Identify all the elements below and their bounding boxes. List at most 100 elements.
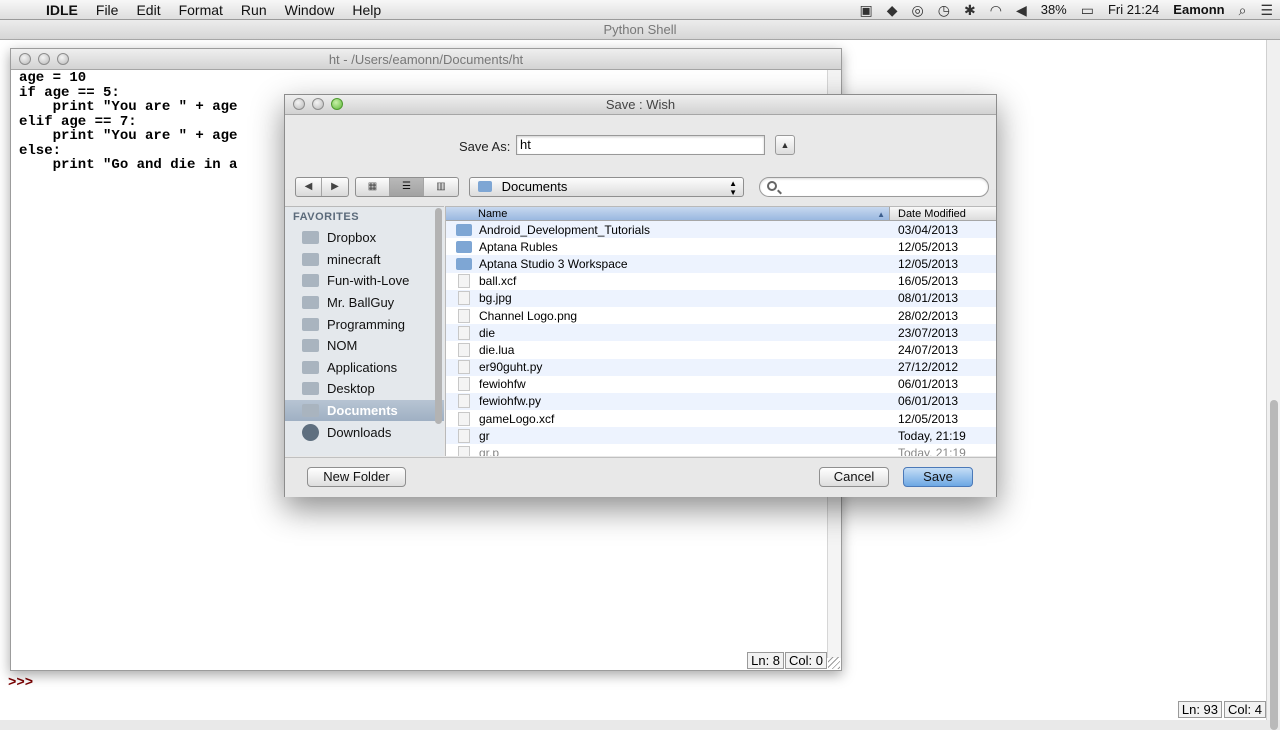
editor-line-number: Ln: 8 [747,652,785,669]
search-field[interactable] [759,177,989,197]
dialog-window-controls [293,98,343,110]
folder-icon [302,296,319,310]
notification-center-icon[interactable]: ☰ [1253,0,1280,20]
save-as-input[interactable]: ht [516,135,765,155]
sidebar-item-label: NOM [327,338,358,354]
sidebar-item-downloads[interactable]: Downloads [285,421,444,443]
battery-percent[interactable]: 38% [1034,0,1074,20]
shell-scrollbar[interactable] [1266,40,1280,730]
file-row[interactable]: er90guht.py 27/12/2012 [446,358,996,376]
wifi-icon[interactable]: ◠ [983,0,1009,20]
column-header-date[interactable]: Date Modified [889,207,996,220]
volume-icon[interactable]: ◀ [1009,0,1034,20]
icon-view-icon[interactable]: ▦ [356,178,390,196]
file-row[interactable]: Aptana Rubles 12/05/2013 [446,238,996,255]
sidebar-scroll-thumb[interactable] [435,208,442,424]
code-editor[interactable]: age = 10 if age == 5: print "You are " +… [19,71,237,173]
sidebar-item-documents[interactable]: Documents [285,399,444,422]
bluetooth-icon[interactable]: ✱ [957,0,983,20]
file-row[interactable]: bg.jpg 08/01/2013 [446,289,996,307]
sidebar-item-mr-ballguy[interactable]: Mr. BallGuy [285,292,444,314]
column-view-icon[interactable]: ▥ [424,178,458,196]
save-button[interactable]: Save [903,467,973,487]
file-row[interactable]: gr Today, 21:19 [446,427,996,445]
forward-arrow-icon[interactable]: ▶ [322,178,348,196]
menu-run[interactable]: Run [232,0,276,20]
file-row[interactable]: Aptana Studio 3 Workspace 12/05/2013 [446,255,996,273]
file-row[interactable]: Android_Development_Tutorials 03/04/2013 [446,221,996,239]
column-header-name[interactable]: Name ▲ [446,207,889,220]
sidebar-item-dropbox[interactable]: Dropbox [285,227,444,249]
menu-app-name[interactable]: IDLE [38,0,87,20]
sidebar-item-desktop[interactable]: Desktop [285,378,444,400]
file-date: Today, 21:19 [898,428,966,443]
file-name-cell: Android_Development_Tutorials [446,223,889,237]
menubar-clock[interactable]: Fri 21:24 [1101,0,1166,20]
shell-col-number: Col: 4 [1224,701,1266,718]
editor-col-number: Col: 0 [785,652,827,669]
menu-file[interactable]: File [87,0,128,20]
menu-window[interactable]: Window [276,0,344,20]
cancel-button[interactable]: Cancel [819,467,889,487]
file-rows: Android_Development_Tutorials 03/04/2013 A… [446,221,996,456]
menu-edit[interactable]: Edit [127,0,169,20]
minimize-icon[interactable] [38,53,50,65]
resize-grip-icon[interactable] [828,657,840,669]
file-name: bg.jpg [479,291,512,306]
menu-help[interactable]: Help [343,0,390,20]
file-date: 06/01/2013 [898,377,959,392]
close-icon[interactable] [293,98,305,110]
shell-scroll-thumb[interactable] [1270,400,1278,730]
file-date: 06/01/2013 [898,394,959,409]
file-name-cell: gr.p [446,446,889,456]
file-row[interactable]: gr.p Today, 21:19 [446,444,996,456]
editor-titlebar: ht - /Users/eamonn/Documents/ht [11,49,841,70]
battery-icon[interactable]: ▭ [1074,0,1101,20]
time-machine-icon[interactable]: ◷ [931,0,957,20]
file-name: Channel Logo.png [479,308,578,323]
file-name-cell: Aptana Rubles [446,240,889,254]
sidebar-item-applications[interactable]: Applications [285,357,444,379]
file-row[interactable]: die.lua 24/07/2013 [446,341,996,358]
spotlight-search-icon[interactable]: ⌕ [1232,0,1254,20]
sidebar-item-label: Applications [327,359,398,375]
file-row[interactable]: ball.xcf 16/05/2013 [446,273,996,290]
file-name-cell: ball.xcf [446,274,889,289]
location-popup[interactable]: Documents ▲ ▼ [469,177,744,197]
sidebar-item-minecraft[interactable]: minecraft [285,249,444,271]
documents-icon [302,404,319,418]
zoom-icon[interactable] [57,53,69,65]
file-row[interactable]: gameLogo.xcf 12/05/2013 [446,410,996,427]
new-folder-button[interactable]: New Folder [307,467,406,487]
file-row[interactable]: Channel Logo.png 28/02/2013 [446,307,996,324]
location-label: Documents [501,179,568,194]
sidebar-item-nom[interactable]: NOM [285,335,444,357]
dropbox-icon[interactable]: ◆ [880,0,905,20]
shell-line-number: Ln: 93 [1177,701,1223,718]
file-row[interactable]: fewiohfw.py 06/01/2013 [446,392,996,411]
applications-icon [302,360,319,374]
file-icon [458,377,470,392]
list-view-icon[interactable]: ☰ [390,178,424,196]
shell-prompt[interactable]: >>> [8,675,33,691]
zoom-icon[interactable] [331,98,343,110]
file-row[interactable]: fewiohfw 06/01/2013 [446,376,996,393]
file-row[interactable]: die 23/07/2013 [446,324,996,342]
minimize-icon[interactable] [312,98,324,110]
sidebar-item-programming[interactable]: Programming [285,313,444,335]
soccer-ball-icon[interactable]: ◎ [905,0,931,20]
menubar-user[interactable]: Eamonn [1166,0,1231,20]
back-arrow-icon[interactable]: ◀ [296,178,322,196]
file-date: 28/02/2013 [898,308,959,323]
sidebar-item-fun-with-love[interactable]: Fun-with-Love [285,270,444,292]
folder-icon [456,257,472,270]
file-name-cell: er90guht.py [446,360,889,375]
file-name: Android_Development_Tutorials [479,222,650,237]
file-date: 12/05/2013 [898,256,959,271]
file-date: 16/05/2013 [898,274,959,289]
menu-format[interactable]: Format [170,0,232,20]
editor-title: ht - /Users/eamonn/Documents/ht [328,52,524,67]
close-icon[interactable] [19,53,31,65]
expand-dialog-button[interactable]: ▲ [775,135,795,155]
camera-icon[interactable]: ▣ [853,0,880,20]
